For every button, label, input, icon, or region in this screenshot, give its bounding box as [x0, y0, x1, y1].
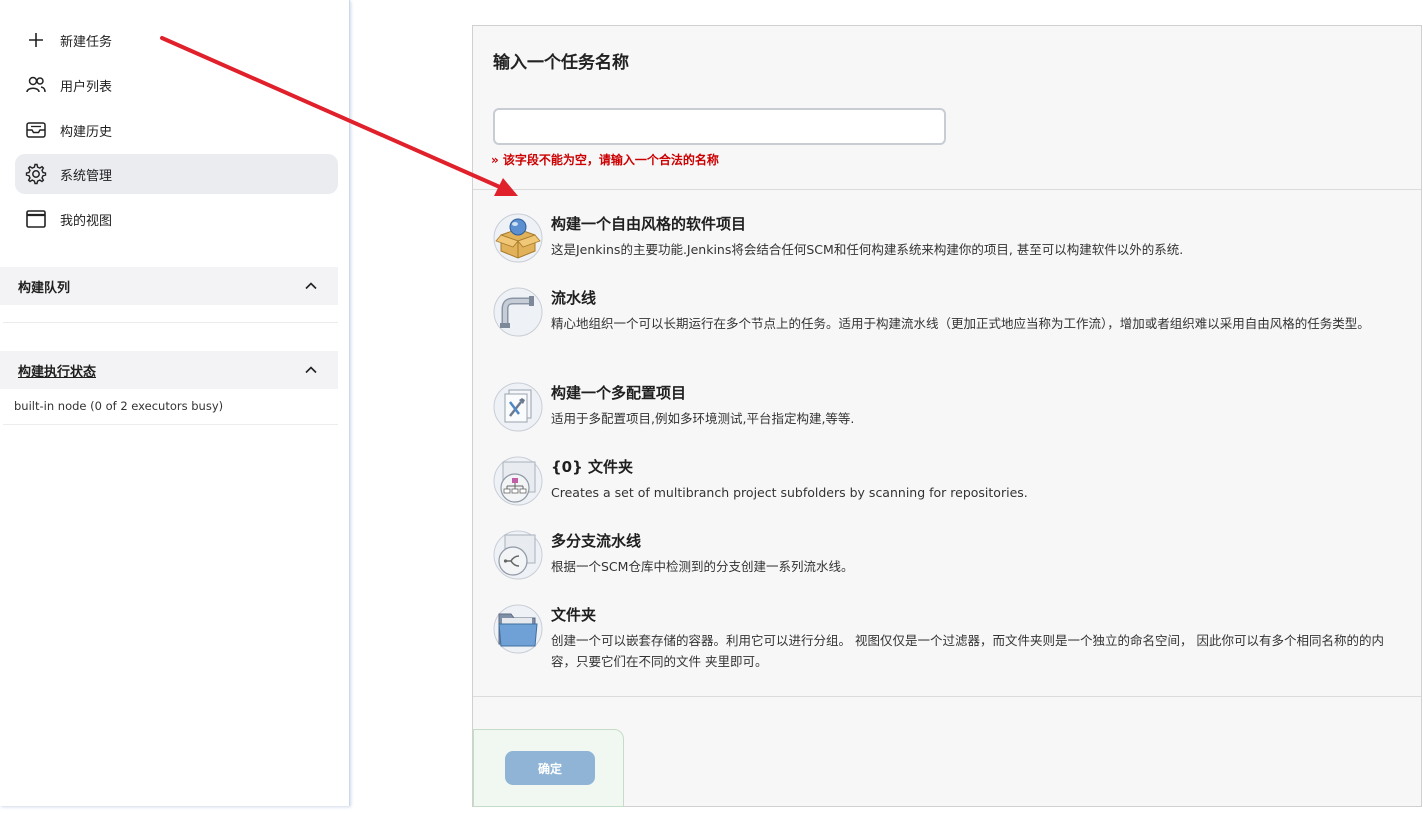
- name-section: 输入一个任务名称 » 该字段不能为空，请输入一个合法的名称: [473, 26, 1421, 190]
- item-type-folder[interactable]: 文件夹 创建一个可以嵌套存储的容器。利用它可以进行分组。 视图仅仅是一个过滤器，…: [493, 604, 1393, 679]
- gear-icon: [25, 163, 47, 185]
- form-footer: 确定: [473, 729, 624, 807]
- sidebar-item-build-history[interactable]: 构建历史: [15, 110, 338, 150]
- sidebar-item-label: 我的视图: [60, 213, 113, 229]
- item-title: 构建一个多配置项目: [551, 384, 687, 402]
- plus-icon: [29, 33, 43, 47]
- chevron-up-icon[interactable]: [304, 363, 318, 377]
- sidebar-item-new-job[interactable]: 新建任务: [15, 20, 338, 60]
- sidebar-item-my-views[interactable]: 我的视图: [15, 199, 338, 239]
- item-description: Creates a set of multibranch project sub…: [551, 485, 1028, 500]
- inbox-icon: [26, 122, 46, 138]
- ok-button[interactable]: 确定: [505, 751, 595, 785]
- validation-error: » 该字段不能为空，请输入一个合法的名称: [491, 153, 719, 167]
- item-description: 这是Jenkins的主要功能.Jenkins将会结合任何SCM和任何构建系统来构…: [551, 242, 1184, 257]
- new-item-form: 输入一个任务名称 » 该字段不能为空，请输入一个合法的名称 构建一个自由风格的软…: [472, 25, 1422, 807]
- sidebar-item-label: 系统管理: [60, 168, 113, 184]
- build-queue-title: 构建队列: [18, 280, 71, 296]
- sidebar: 新建任务 用户列表 构建历史 系统管理 我的视图 构建队列 构建执行状态 bui…: [0, 0, 350, 806]
- sidebar-item-label: 用户列表: [60, 79, 113, 95]
- item-type-multibranch-pipeline[interactable]: 多分支流水线 根据一个SCM仓库中检测到的分支创建一系列流水线。: [493, 530, 1393, 585]
- folder-icon: [493, 604, 543, 654]
- item-title: 流水线: [551, 289, 597, 307]
- item-type-freestyle[interactable]: 构建一个自由风格的软件项目 这是Jenkins的主要功能.Jenkins将会结合…: [493, 213, 1393, 268]
- item-name-input[interactable]: [493, 108, 946, 145]
- sidebar-item-users[interactable]: 用户列表: [15, 65, 338, 105]
- divider: [473, 696, 1421, 697]
- chevron-up-icon[interactable]: [304, 279, 318, 293]
- sidebar-item-label: 构建历史: [60, 124, 113, 140]
- executor-status-header[interactable]: 构建执行状态: [0, 351, 338, 389]
- organization-folder-icon: [493, 456, 543, 506]
- item-type-organization-folder[interactable]: {0} 文件夹 Creates a set of multibranch pro…: [493, 456, 1393, 511]
- item-title: 多分支流水线: [551, 532, 642, 550]
- item-type-multi-config[interactable]: 构建一个多配置项目 适用于多配置项目,例如多环境测试,平台指定构建,等等.: [493, 382, 1393, 437]
- executor-status-title[interactable]: 构建执行状态: [18, 361, 96, 380]
- window-icon: [26, 210, 46, 228]
- item-title: 构建一个自由风格的软件项目: [551, 215, 747, 233]
- divider: [3, 424, 338, 425]
- item-title: 文件夹: [551, 606, 597, 624]
- sidebar-item-label: 新建任务: [60, 34, 113, 50]
- pipeline-icon: [493, 287, 543, 337]
- multibranch-icon: [493, 530, 543, 580]
- build-queue-header[interactable]: 构建队列: [0, 267, 338, 305]
- item-description: 精心地组织一个可以长期运行在多个节点上的任务。适用于构建流水线（更加正式地应当称…: [551, 316, 1370, 331]
- item-title: {0} 文件夹: [551, 458, 634, 476]
- item-description: 适用于多配置项目,例如多环境测试,平台指定构建,等等.: [551, 411, 855, 426]
- freestyle-package-icon: [493, 213, 543, 263]
- item-description: 创建一个可以嵌套存储的容器。利用它可以进行分组。 视图仅仅是一个过滤器，而文件夹…: [551, 633, 1384, 669]
- divider: [3, 322, 338, 323]
- page-title: 输入一个任务名称: [493, 53, 629, 73]
- users-icon: [26, 76, 46, 93]
- multi-config-icon: [493, 382, 543, 432]
- sidebar-item-manage-jenkins[interactable]: 系统管理: [15, 154, 338, 194]
- executor-node-status[interactable]: built-in node (0 of 2 executors busy): [14, 399, 223, 413]
- item-type-pipeline[interactable]: 流水线 精心地组织一个可以长期运行在多个节点上的任务。适用于构建流水线（更加正式…: [493, 287, 1393, 362]
- item-description: 根据一个SCM仓库中检测到的分支创建一系列流水线。: [551, 559, 854, 574]
